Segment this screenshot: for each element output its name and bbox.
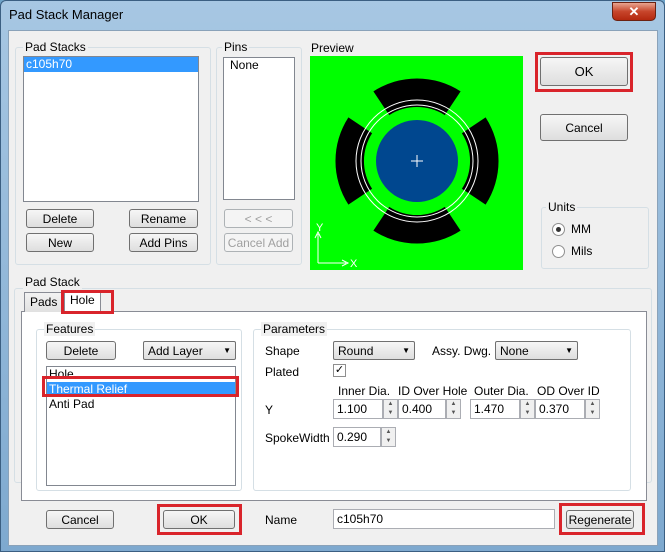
ok-button-top-highlight (535, 52, 633, 92)
tab-hole-highlight (61, 290, 114, 314)
assy-dwg-dropdown[interactable]: None ▼ (495, 341, 578, 360)
units-mm-label: MM (571, 222, 591, 236)
y-axis-label: Y (316, 222, 324, 234)
close-icon[interactable]: ✕ (612, 2, 656, 21)
cancel-button-bottom[interactable]: Cancel (46, 510, 114, 529)
units-group (541, 207, 649, 269)
name-input[interactable]: c105h70 (333, 509, 555, 529)
inner-dia-input[interactable]: 1.100 (333, 399, 383, 419)
outer-dia-input[interactable]: 1.470 (470, 399, 520, 419)
add-layer-dropdown[interactable]: Add Layer ▼ (143, 341, 236, 360)
thermal-relief-highlight (42, 376, 239, 397)
spoke-width-label: SpokeWidth (265, 431, 330, 445)
feature-item-anti-pad[interactable]: Anti Pad (47, 397, 235, 412)
pad-stack-label: Pad Stack (23, 275, 82, 289)
rename-button[interactable]: Rename (129, 209, 198, 228)
plated-label: Plated (265, 365, 300, 379)
units-label: Units (546, 200, 578, 214)
od-over-id-spinner[interactable]: ▲ ▼ (585, 399, 600, 419)
cancel-button-top[interactable]: Cancel (540, 114, 628, 141)
add-layer-label: Add Layer (148, 344, 203, 358)
id-over-hole-header: ID Over Hole (398, 384, 468, 398)
inner-dia-spinner[interactable]: ▲ ▼ (383, 399, 398, 419)
regenerate-button-highlight (559, 503, 645, 535)
shape-value: Round (338, 344, 374, 358)
chevron-down-icon: ▼ (402, 346, 410, 355)
move-pins-left-button[interactable]: < < < (224, 209, 293, 228)
parameters-label: Parameters (261, 322, 328, 336)
od-over-id-input[interactable]: 0.370 (535, 399, 585, 419)
pad-preview-canvas: Y X (310, 56, 523, 270)
pins-label: Pins (222, 40, 250, 54)
id-over-hole-input[interactable]: 0.400 (398, 399, 446, 419)
x-axis-label: X (350, 258, 358, 270)
spoke-width-input[interactable]: 0.290 (333, 427, 381, 447)
preview-label: Preview (311, 41, 354, 55)
add-pins-button[interactable]: Add Pins (129, 233, 198, 252)
pad-stack-item[interactable]: c105h70 (24, 57, 198, 72)
pins-list[interactable]: None (223, 57, 295, 200)
chevron-down-icon: ▼ (223, 346, 231, 355)
new-pad-stack-button[interactable]: New (26, 233, 94, 252)
delete-pad-stack-button[interactable]: Delete (26, 209, 94, 228)
tab-pads[interactable]: Pads (24, 292, 64, 312)
shape-dropdown[interactable]: Round ▼ (333, 341, 415, 360)
name-label: Name (265, 513, 298, 527)
units-mils-radio[interactable] (552, 245, 565, 258)
id-over-hole-spinner[interactable]: ▲ ▼ (446, 399, 461, 419)
title-bar[interactable]: Pad Stack Manager ✕ (1, 1, 664, 29)
inner-dia-header: Inner Dia. (338, 384, 391, 398)
assy-dwg-value: None (500, 344, 529, 358)
cancel-add-button[interactable]: Cancel Add (224, 233, 293, 252)
pad-stacks-list[interactable]: c105h70 (23, 56, 199, 202)
features-label: Features (44, 322, 96, 336)
delete-feature-button[interactable]: Delete (46, 341, 116, 360)
window-title: Pad Stack Manager (9, 7, 124, 22)
od-over-id-header: OD Over ID (537, 384, 600, 398)
outer-dia-spinner[interactable]: ▲ ▼ (520, 399, 535, 419)
assy-dwg-label: Assy. Dwg. (432, 344, 492, 358)
ok-button-bottom-highlight (157, 504, 242, 535)
outer-dia-header: Outer Dia. (474, 384, 529, 398)
row-y-label: Y (265, 403, 274, 417)
plated-checkbox[interactable]: ✓ (333, 364, 346, 377)
pad-stack-manager-window: Pad Stack Manager ✕ Pad Stacks c105h70 D… (0, 0, 665, 552)
shape-label: Shape (265, 344, 300, 358)
pad-stacks-label: Pad Stacks (23, 40, 88, 54)
pin-item[interactable]: None (224, 58, 294, 73)
spoke-width-spinner[interactable]: ▲ ▼ (381, 427, 396, 447)
dialog-client-area: Pad Stacks c105h70 Delete Rename New Add… (8, 30, 658, 546)
units-mils-label: Mils (571, 244, 593, 258)
units-mm-radio[interactable] (552, 223, 565, 236)
chevron-down-icon: ▼ (565, 346, 573, 355)
